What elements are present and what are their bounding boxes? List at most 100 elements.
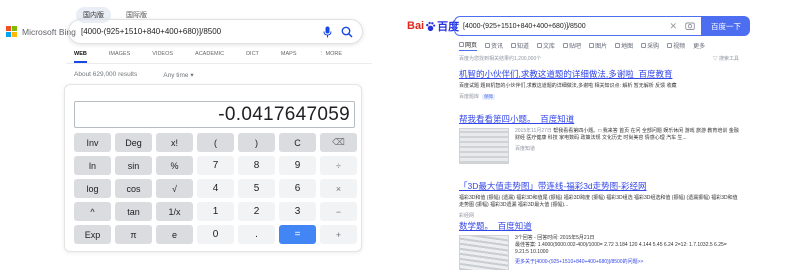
key-6[interactable]: 6 [279, 179, 316, 198]
zhidao-icon [511, 43, 517, 48]
bing-search-box[interactable]: [4000-(925+1510+840+400+680)]/8500 [68, 19, 363, 44]
result-thumbnail[interactable] [459, 235, 509, 270]
tab-video[interactable]: 视频 [667, 40, 685, 51]
search-result: 帮我看看第四小题。_百度知道 2015年11月27日 帮我看看第四小题。□ 我来… [459, 113, 739, 164]
clear-icon[interactable]: ✕ [669, 21, 677, 32]
key-subtract[interactable]: − [320, 202, 357, 221]
key-4[interactable]: 4 [197, 179, 234, 198]
best-answer: 最佳答案: 1.4000(9000.002-400)/1000= 2.72 3.… [515, 242, 727, 255]
nav-videos[interactable]: VIDEOS [152, 51, 173, 63]
web-icon [459, 42, 464, 47]
video-icon [667, 43, 673, 48]
key-add[interactable]: + [320, 225, 357, 244]
key-close-paren[interactable]: ) [238, 133, 275, 152]
key-inv[interactable]: Inv [74, 133, 111, 152]
source-name[interactable]: 百度知道 [515, 145, 535, 152]
key-open-paren[interactable]: ( [197, 133, 234, 152]
result-snippet: 2015年11月27日 帮我看看第四小题。□ 我来答 首页 在问 全部问题 娱乐… [515, 128, 739, 142]
key-clear[interactable]: C [279, 133, 316, 152]
key-3[interactable]: 3 [279, 202, 316, 221]
key-2[interactable]: 2 [238, 202, 275, 221]
result-body: 3个回答 - 回答时间: 2015年5月21日 最佳答案: 1.4000(900… [459, 235, 739, 270]
result-date: 2015年11月27日 [515, 128, 552, 134]
key-divide[interactable]: ÷ [320, 156, 357, 175]
tab-wenku[interactable]: 文库 [537, 40, 555, 51]
baidu-search-input[interactable]: [4000-(925+1510+840+400+680)]/8500 [463, 23, 669, 30]
bing-logo[interactable]: Microsoft Bing [6, 26, 76, 37]
key-5[interactable]: 5 [238, 179, 275, 198]
nav-web[interactable]: WEB [74, 51, 87, 63]
search-tools[interactable]: ▽ 搜索工具 [713, 55, 739, 62]
baidu-search-button[interactable]: 百度一下 [702, 16, 750, 36]
result-source: 百度知道 [515, 145, 739, 152]
baidu-search-box[interactable]: [4000-(925+1510+840+400+680)]/8500 ✕ [454, 16, 702, 36]
key-9[interactable]: 9 [279, 156, 316, 175]
bing-nav: WEB IMAGES VIDEOS ACADEMIC DICT MAPS ⋮ M… [74, 51, 342, 63]
key-ln[interactable]: ln [74, 156, 111, 175]
search-result: 数学题。_百度知道 3个回答 - 回答时间: 2015年5月21日 最佳答案: … [459, 220, 739, 270]
source-name[interactable]: 彩经网 [459, 212, 474, 219]
result-source: 百度题库 保障 [459, 93, 739, 100]
search-result: 机智的小伙伴们,求教这道题的详细做法,多谢啦_百度教育 百度试题 题目机智的小伙… [459, 68, 739, 100]
microphone-icon[interactable] [320, 25, 334, 39]
time-filter[interactable]: Any time ▾ [163, 71, 193, 79]
answer-meta: 3个回答 - 回答时间: 2015年5月21日 [515, 235, 595, 241]
tab-more[interactable]: 更多 [693, 40, 705, 51]
key-8[interactable]: 8 [238, 156, 275, 175]
key-exp[interactable]: Exp [74, 225, 111, 244]
nav-more[interactable]: ⋮ MORE [319, 51, 343, 63]
nav-academic[interactable]: ACADEMIC [195, 51, 224, 63]
image-icon [589, 43, 595, 48]
key-log[interactable]: log [74, 179, 111, 198]
tab-label: 网页 [465, 43, 478, 49]
key-pi[interactable]: π [115, 225, 152, 244]
tab-images[interactable]: 图片 [589, 40, 607, 51]
key-reciprocal[interactable]: 1/x [156, 202, 193, 221]
result-title[interactable]: 帮我看看第四小题。_百度知道 [459, 113, 739, 125]
result-title[interactable]: 数学题。_百度知道 [459, 220, 739, 232]
key-multiply[interactable]: × [320, 179, 357, 198]
news-icon [485, 43, 491, 48]
key-percent[interactable]: % [156, 156, 193, 175]
key-equals[interactable]: = [279, 225, 316, 244]
result-thumbnail[interactable] [459, 128, 509, 164]
tab-label: 视频 [673, 44, 686, 50]
key-e[interactable]: e [156, 225, 193, 244]
result-snippet: 福彩3D和值 (振幅) (遗漏) 福彩3D和值尾 (振幅) 福彩3D跨度 (振幅… [459, 195, 738, 208]
source-name[interactable]: 百度题库 [459, 93, 479, 100]
tab-label: 知道 [517, 44, 530, 50]
baidu-logo[interactable]: Bai 百度 [407, 18, 459, 34]
baidu-tabs: 网页 资讯 知道 文库 贴吧 图片 地图 采购 视频 更多 [459, 40, 705, 51]
nav-dict[interactable]: DICT [246, 51, 259, 63]
bing-search-input[interactable]: [4000-(925+1510+840+400+680)]/8500 [81, 27, 320, 36]
tab-purchase[interactable]: 采购 [641, 40, 659, 51]
backspace-icon[interactable]: ⌫ [320, 133, 357, 152]
key-cos[interactable]: cos [115, 179, 152, 198]
key-0[interactable]: 0 [197, 225, 234, 244]
key-deg[interactable]: Deg [115, 133, 152, 152]
tab-news[interactable]: 资讯 [485, 40, 503, 51]
tab-web[interactable]: 网页 [459, 40, 478, 51]
tieba-icon [563, 43, 569, 48]
tab-maps[interactable]: 地图 [615, 40, 633, 51]
key-factorial[interactable]: x! [156, 133, 193, 152]
result-body: 2015年11月27日 帮我看看第四小题。□ 我来答 首页 在问 全部问题 娱乐… [459, 128, 739, 164]
key-1[interactable]: 1 [197, 202, 234, 221]
camera-icon[interactable] [685, 21, 695, 31]
result-title[interactable]: 机智的小伙伴们,求教这道题的详细做法,多谢啦_百度教育 [459, 68, 739, 80]
tab-tieba[interactable]: 贴吧 [563, 40, 581, 51]
key-tan[interactable]: tan [115, 202, 152, 221]
search-icon[interactable] [340, 25, 354, 39]
calculator-result: -0.0417647059 [218, 103, 350, 125]
result-title[interactable]: 「3D最大值走势图」带连线-福彩3d走势图-彩经网 [459, 180, 739, 192]
key-7[interactable]: 7 [197, 156, 234, 175]
key-power[interactable]: ^ [74, 202, 111, 221]
tab-label: 更多 [693, 44, 706, 50]
more-questions-link[interactable]: 更多关于[4000-(925+1510+840+400+680)]/8500的问… [515, 258, 739, 265]
key-decimal[interactable]: . [238, 225, 275, 244]
key-sin[interactable]: sin [115, 156, 152, 175]
tab-zhidao[interactable]: 知道 [511, 40, 529, 51]
key-sqrt[interactable]: √ [156, 179, 193, 198]
nav-images[interactable]: IMAGES [109, 51, 130, 63]
nav-maps[interactable]: MAPS [281, 51, 297, 63]
